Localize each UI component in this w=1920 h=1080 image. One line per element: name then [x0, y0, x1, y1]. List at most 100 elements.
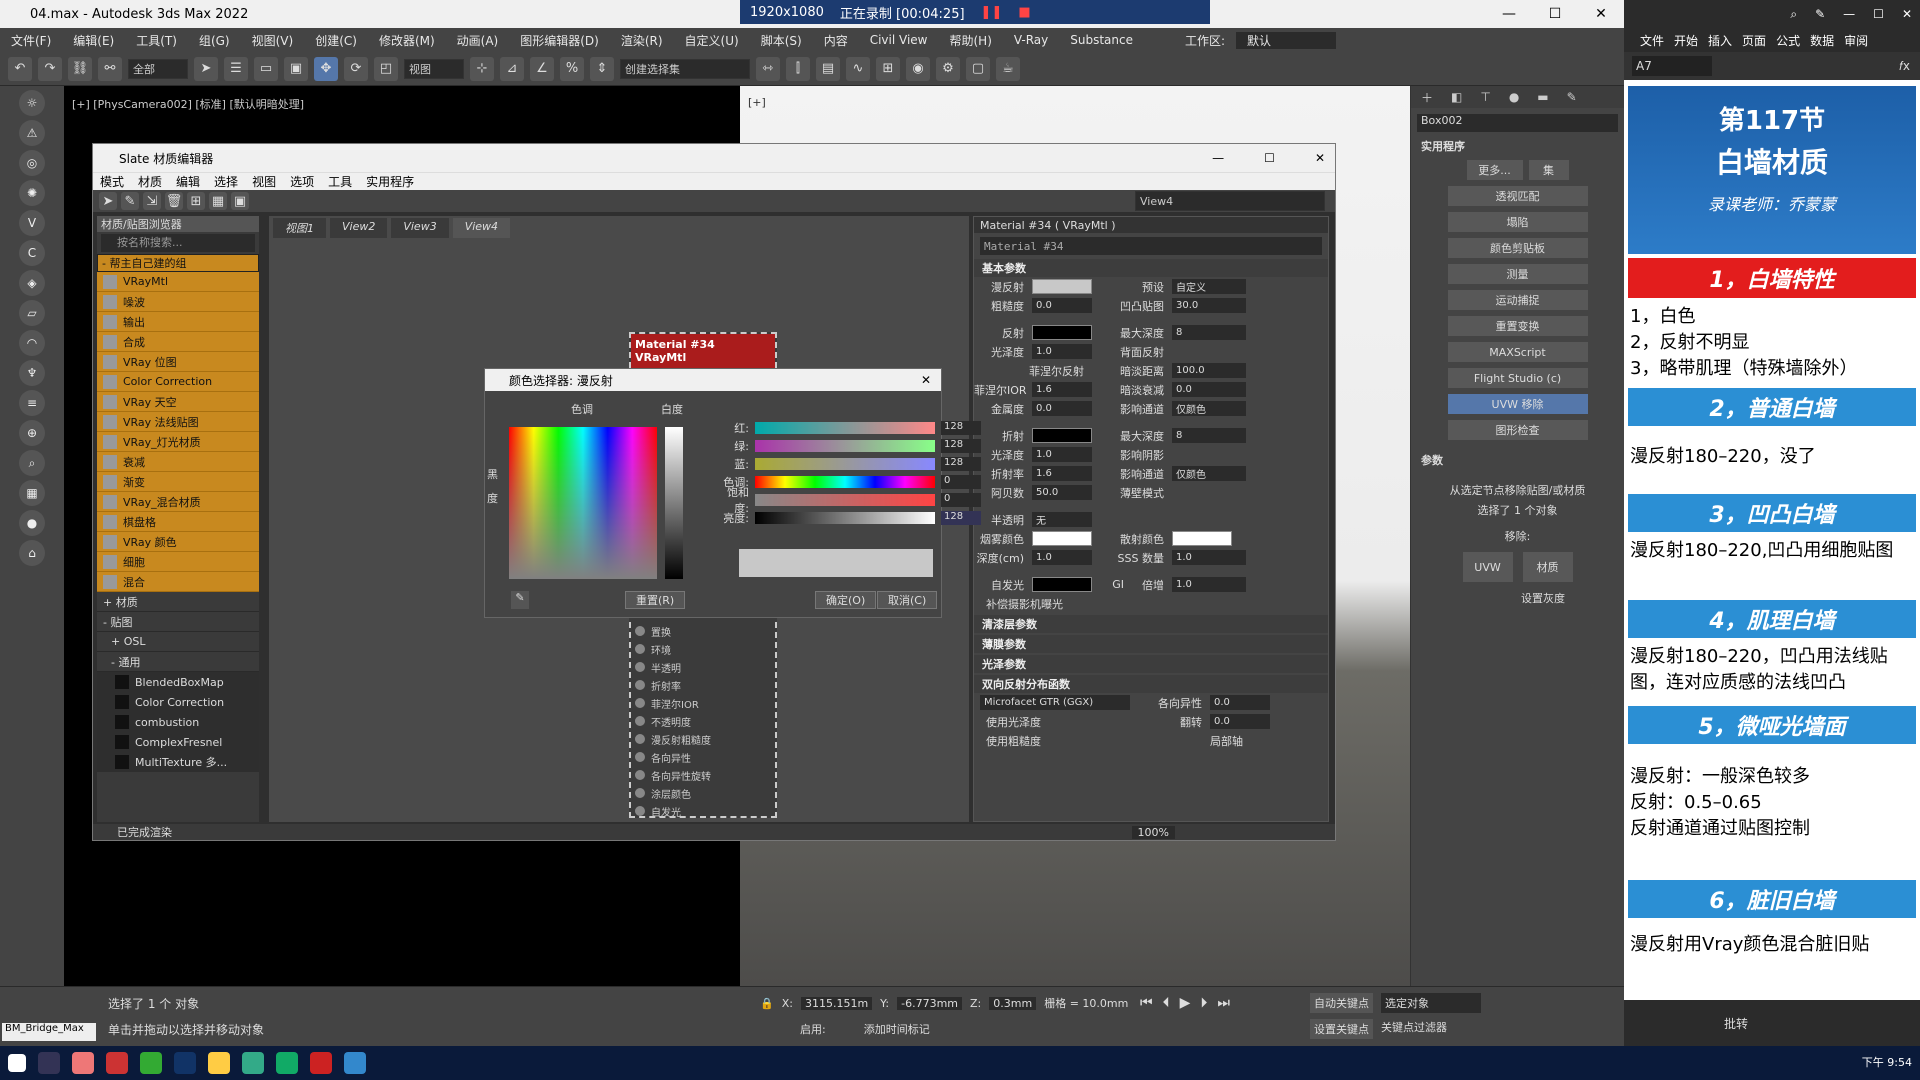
redo-icon[interactable]: ↷ — [38, 56, 62, 81]
menu-create[interactable]: 创建(C) — [304, 32, 368, 49]
x-coord[interactable]: 3115.151m — [800, 996, 873, 1010]
spinner-snap-icon[interactable]: ⇕ — [590, 56, 614, 81]
play-icon[interactable]: ▶ — [1180, 995, 1191, 1011]
node-slot[interactable]: 环境 — [631, 640, 775, 658]
sss-spinner[interactable]: 1.0 — [1172, 550, 1246, 565]
excel-pen-icon[interactable]: ✎ — [1815, 7, 1825, 21]
tab-view2[interactable]: View2 — [330, 218, 388, 238]
slate-view-dropdown[interactable]: View4 — [1135, 191, 1325, 211]
node-slot[interactable]: 不透明度 — [631, 712, 775, 730]
vray-globe-icon[interactable]: ⊕ — [19, 420, 45, 446]
reflect-swatch[interactable] — [1032, 325, 1092, 340]
fresnel-checkbox[interactable]: 菲涅尔反射 — [974, 363, 1092, 379]
utility-btn-collapse[interactable]: 塌陷 — [1447, 212, 1588, 232]
section-3-header[interactable]: 3，凹凸白墙 — [1628, 494, 1916, 532]
section-6-body[interactable]: 漫反射用Vray颜色混合脏旧贴 — [1624, 918, 1920, 978]
render-frame-icon[interactable]: ▢ — [966, 56, 990, 81]
scatter-color-swatch[interactable] — [1172, 531, 1232, 546]
zoom-dropdown[interactable]: 100% — [1131, 825, 1175, 839]
utility-btn-motion-capture[interactable]: 运动捕捉 — [1447, 290, 1588, 310]
utilities-rollout[interactable]: 实用程序 — [1411, 138, 1624, 154]
move-icon[interactable]: ✥ — [314, 56, 338, 81]
refract-affect-channel-dropdown[interactable]: 仅颜色 — [1172, 466, 1246, 481]
minimize-button[interactable]: — — [1486, 0, 1532, 28]
workspace-dropdown[interactable]: 默认 — [1236, 31, 1337, 49]
excel-tab-file[interactable]: 文件 — [1640, 32, 1664, 49]
preset-dropdown[interactable]: 自定义 — [1172, 279, 1246, 294]
menu-rendering[interactable]: 渲染(R) — [610, 32, 674, 49]
slate-menu-utilities[interactable]: 实用程序 — [359, 173, 421, 190]
app-icon[interactable] — [106, 1052, 128, 1074]
node-slot[interactable]: 各向异性 — [631, 748, 775, 766]
sheen-rollout[interactable]: 光泽参数 — [974, 655, 1328, 673]
saturation-slider[interactable] — [755, 494, 935, 506]
slate-delete-icon[interactable]: 🗑 — [165, 192, 183, 210]
node-slot[interactable]: 各向异性旋转 — [631, 766, 775, 784]
excel-tab-insert[interactable]: 插入 — [1708, 32, 1732, 49]
reset-button[interactable]: 重置(R) — [625, 591, 686, 609]
red-spinner[interactable]: 128 — [941, 421, 981, 435]
slate-checker-icon[interactable]: ▦ — [209, 192, 227, 210]
material-name-field[interactable]: Material #34 — [980, 237, 1322, 255]
maps-section[interactable]: - 贴图 — [97, 612, 259, 632]
vray-c-icon[interactable]: C — [19, 240, 45, 266]
menu-vray[interactable]: V-Ray — [1003, 33, 1059, 47]
slot-socket-icon[interactable] — [635, 806, 645, 816]
section-1-header[interactable]: 1，白墙特性 — [1628, 258, 1916, 298]
cancel-button[interactable]: 取消(C) — [877, 591, 938, 609]
whiteness-bar[interactable] — [665, 427, 683, 579]
layer-icon[interactable]: ▤ — [816, 56, 840, 81]
node-slot[interactable]: 漫反射粗糙度 — [631, 730, 775, 748]
fx-icon[interactable]: 𝑓x — [1899, 59, 1910, 74]
vray-dll-icon[interactable]: ≡ — [19, 390, 45, 416]
excel-tab-formula[interactable]: 公式 — [1776, 32, 1800, 49]
brdf-type-dropdown[interactable]: Microfacet GTR (GGX) — [980, 695, 1130, 710]
slate-layout-icon[interactable]: ⊞ — [187, 192, 205, 210]
vray-v-icon[interactable]: V — [19, 210, 45, 236]
anisotropy-spinner[interactable]: 0.0 — [1210, 695, 1270, 710]
create-tab-icon[interactable]: ＋ — [1421, 89, 1433, 106]
excel-annotate[interactable]: 批转 — [1724, 1015, 1748, 1032]
undo-icon[interactable]: ↶ — [8, 56, 32, 81]
select-icon[interactable]: ➤ — [194, 56, 218, 81]
snap-icon[interactable]: ⊿ — [500, 56, 524, 81]
ior-spinner[interactable]: 1.6 — [1032, 466, 1092, 481]
material-editor-icon[interactable]: ◉ — [906, 56, 930, 81]
material-item[interactable]: 合成 — [97, 332, 259, 352]
unlink-icon[interactable]: ⚯ — [98, 56, 122, 81]
utility-btn-color-clipboard[interactable]: 颜色剪贴板 — [1447, 238, 1588, 258]
fresnel-ior-spinner[interactable]: 1.6 — [1032, 382, 1092, 397]
vray-plane-icon[interactable]: ▱ — [19, 300, 45, 326]
value-slider[interactable] — [755, 512, 935, 524]
menu-customize[interactable]: 自定义(U) — [674, 32, 750, 49]
slate-menu-tools[interactable]: 工具 — [321, 173, 359, 190]
slot-socket-icon[interactable] — [635, 716, 645, 726]
add-time-tag[interactable]: 添加时间标记 — [864, 1021, 930, 1037]
depth-spinner[interactable]: 1.0 — [1032, 550, 1092, 565]
section-5-body[interactable]: 漫反射：一般深色较多 反射：0.5–0.65 反射通道通过贴图控制 — [1624, 744, 1920, 880]
use-gloss-radio[interactable]: 使用光泽度 — [974, 714, 1130, 730]
brdf-rollout[interactable]: 双向反射分布函数 — [974, 675, 1328, 693]
remove-material-button[interactable]: 材质 — [1522, 552, 1573, 582]
utility-btn-flight-studio[interactable]: Flight Studio (c) — [1447, 368, 1588, 388]
gi-checkbox[interactable]: GI — [1092, 578, 1132, 591]
node-slot[interactable]: 折射率 — [631, 676, 775, 694]
slate-menu-options[interactable]: 选项 — [283, 173, 321, 190]
material-item[interactable]: VRay 位图 — [97, 352, 259, 372]
slot-socket-icon[interactable] — [635, 752, 645, 762]
self-illum-swatch[interactable] — [1032, 577, 1092, 592]
node-header[interactable]: Material #34 VRayMtl — [631, 334, 775, 372]
rect-select-icon[interactable]: ▭ — [254, 56, 278, 81]
script-listener-box[interactable]: BM_Bridge_Max — [2, 1023, 96, 1041]
sets-button[interactable]: 集 — [1528, 160, 1569, 180]
next-frame-icon[interactable]: ⏵ — [1200, 995, 1207, 1011]
value-spinner[interactable]: 128 — [941, 511, 981, 525]
diffuse-swatch[interactable] — [1032, 279, 1092, 294]
utility-btn-measure[interactable]: 测量 — [1447, 264, 1588, 284]
thin-film-rollout[interactable]: 薄膜参数 — [974, 635, 1328, 653]
node-slot[interactable]: 涂层颜色 — [631, 784, 775, 802]
menu-scripting[interactable]: 脚本(S) — [750, 32, 813, 49]
selected-objects-dropdown[interactable]: 选定对象 — [1381, 993, 1481, 1013]
section-2-header[interactable]: 2，普通白墙 — [1628, 388, 1916, 426]
material-item[interactable]: Color Correction — [97, 372, 259, 392]
